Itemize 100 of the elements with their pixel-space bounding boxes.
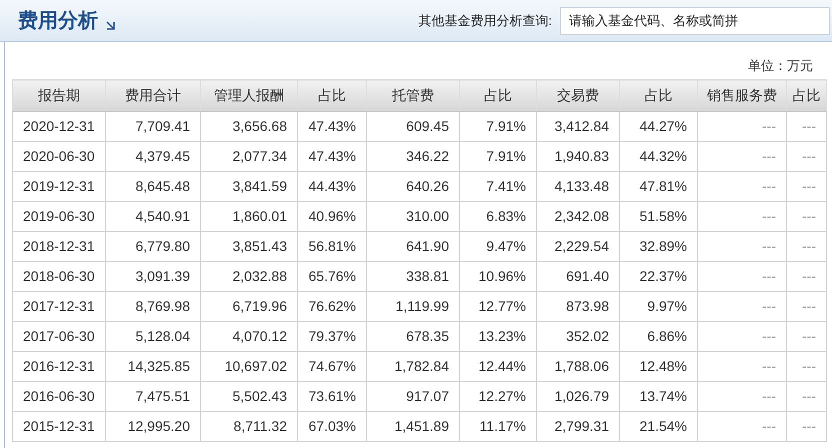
table-cell: 917.07: [366, 382, 460, 412]
table-cell: 1,788.06: [536, 352, 620, 382]
table-cell: 2,229.54: [536, 232, 620, 262]
table-cell: ---: [786, 112, 826, 142]
table-cell: ---: [786, 232, 826, 262]
table-cell: 2,799.31: [536, 412, 620, 442]
table-cell: 640.26: [366, 172, 460, 202]
table-cell: ---: [786, 382, 826, 412]
table-cell: ---: [698, 292, 786, 322]
table-cell: 9.97%: [620, 292, 698, 322]
table-cell: 12.77%: [460, 292, 536, 322]
table-cell: 2,342.08: [536, 202, 620, 232]
table-cell: 67.03%: [298, 412, 366, 442]
column-header: 占比: [460, 80, 536, 112]
table-cell: 2020-12-31: [12, 112, 106, 142]
table-cell: 3,841.59: [200, 172, 298, 202]
table-cell: 5,502.43: [200, 382, 298, 412]
table-cell: 4,540.91: [106, 202, 200, 232]
table-cell: ---: [786, 412, 826, 442]
table-cell: 6,779.80: [106, 232, 200, 262]
table-cell: 7,709.41: [106, 112, 200, 142]
table-cell: 7.91%: [460, 142, 536, 172]
table-cell: 3,091.39: [106, 262, 200, 292]
table-cell: 346.22: [366, 142, 460, 172]
column-header: 报告期: [12, 80, 106, 112]
table-cell: ---: [698, 202, 786, 232]
table-cell: 2018-12-31: [12, 232, 106, 262]
table-cell: 8,711.32: [200, 412, 298, 442]
table-cell: 691.40: [536, 262, 620, 292]
column-header: 销售服务费: [698, 80, 786, 112]
table-cell: ---: [698, 142, 786, 172]
table-cell: 678.35: [366, 322, 460, 352]
table-cell: ---: [786, 262, 826, 292]
table-cell: 2,032.88: [200, 262, 298, 292]
query-label: 其他基金费用分析查询:: [418, 12, 552, 30]
table-cell: 1,026.79: [536, 382, 620, 412]
table-cell: 74.67%: [298, 352, 366, 382]
table-cell: ---: [698, 232, 786, 262]
column-header: 管理人报酬: [200, 80, 298, 112]
table-cell: 2016-12-31: [12, 352, 106, 382]
table-cell: 56.81%: [298, 232, 366, 262]
table-cell: 13.74%: [620, 382, 698, 412]
table-cell: 44.43%: [298, 172, 366, 202]
table-cell: 10.96%: [460, 262, 536, 292]
table-cell: 2016-06-30: [12, 382, 106, 412]
table-cell: 2019-12-31: [12, 172, 106, 202]
table-cell: 65.76%: [298, 262, 366, 292]
table-cell: 47.81%: [620, 172, 698, 202]
table-cell: 12.27%: [460, 382, 536, 412]
table-cell: 873.98: [536, 292, 620, 322]
table-cell: 13.23%: [460, 322, 536, 352]
table-cell: 4,379.45: [106, 142, 200, 172]
table-cell: 8,645.48: [106, 172, 200, 202]
table-cell: 44.27%: [620, 112, 698, 142]
table-cell: 3,851.43: [200, 232, 298, 262]
table-cell: ---: [786, 142, 826, 172]
table-cell: ---: [786, 292, 826, 322]
table-cell: ---: [698, 322, 786, 352]
table-cell: 7.41%: [460, 172, 536, 202]
table-cell: 4,070.12: [200, 322, 298, 352]
search-field[interactable]: 请输入基金代码、名称或简拼: [560, 6, 830, 34]
table-cell: 609.45: [366, 112, 460, 142]
column-header: 占比: [786, 80, 826, 112]
table-cell: 6.83%: [460, 202, 536, 232]
table-cell: 12.48%: [620, 352, 698, 382]
table-cell: 76.62%: [298, 292, 366, 322]
table-cell: 352.02: [536, 322, 620, 352]
table-cell: 40.96%: [298, 202, 366, 232]
table-cell: 12,995.20: [106, 412, 200, 442]
table-cell: ---: [698, 352, 786, 382]
table-cell: 2017-12-31: [12, 292, 106, 322]
table-cell: 1,119.99: [366, 292, 460, 322]
table-cell: 44.32%: [620, 142, 698, 172]
table-cell: 2018-06-30: [12, 262, 106, 292]
table-cell: 47.43%: [298, 142, 366, 172]
table-cell: 21.54%: [620, 412, 698, 442]
column-header: 交易费: [536, 80, 620, 112]
column-header: 费用合计: [106, 80, 200, 112]
table-cell: ---: [698, 382, 786, 412]
table-cell: 1,940.83: [536, 142, 620, 172]
table-cell: 1,451.89: [366, 412, 460, 442]
table-cell: 6.86%: [620, 322, 698, 352]
table-cell: 3,656.68: [200, 112, 298, 142]
table-cell: 73.61%: [298, 382, 366, 412]
table-cell: ---: [698, 412, 786, 442]
table-cell: 11.17%: [460, 412, 536, 442]
table-cell: 3,412.84: [536, 112, 620, 142]
table-cell: 8,769.98: [106, 292, 200, 322]
table-cell: 12.44%: [460, 352, 536, 382]
table-cell: ---: [786, 202, 826, 232]
table-cell: 1,782.84: [366, 352, 460, 382]
table-cell: 1,860.01: [200, 202, 298, 232]
table-cell: 2019-06-30: [12, 202, 106, 232]
table-cell: 2017-06-30: [12, 322, 106, 352]
table-cell: 4,133.48: [536, 172, 620, 202]
table-cell: ---: [698, 262, 786, 292]
table-cell: ---: [786, 172, 826, 202]
table-cell: 641.90: [366, 232, 460, 262]
table-cell: ---: [786, 352, 826, 382]
table-cell: 14,325.85: [106, 352, 200, 382]
